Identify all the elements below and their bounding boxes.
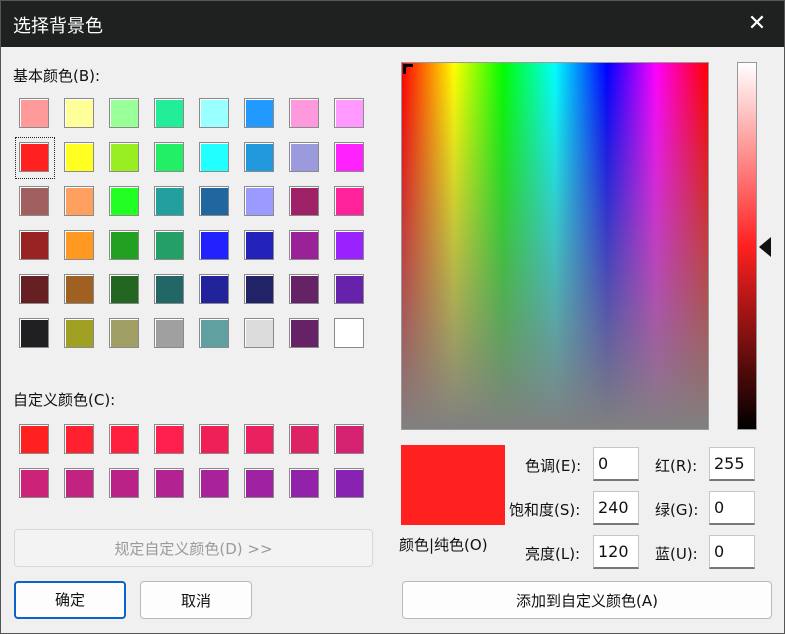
- basic-color-swatch[interactable]: [154, 142, 184, 172]
- basic-color-swatch[interactable]: [19, 186, 49, 216]
- close-icon[interactable]: ✕: [744, 11, 770, 37]
- basic-color-swatch[interactable]: [64, 230, 94, 260]
- luminance-pointer-icon[interactable]: [759, 237, 771, 257]
- basic-color-swatch[interactable]: [19, 230, 49, 260]
- basic-color-swatch[interactable]: [334, 142, 364, 172]
- dialog-title: 选择背景色: [13, 16, 103, 37]
- custom-color-swatch[interactable]: [289, 468, 319, 498]
- red-input[interactable]: [709, 447, 755, 481]
- hue-label: 色调(E):: [525, 457, 582, 475]
- define-custom-colors-button[interactable]: 规定自定义颜色(D) >>: [14, 529, 373, 567]
- cancel-button[interactable]: 取消: [140, 581, 252, 619]
- basic-color-swatch[interactable]: [64, 274, 94, 304]
- basic-color-swatch[interactable]: [289, 186, 319, 216]
- custom-color-swatch[interactable]: [244, 468, 274, 498]
- custom-color-swatch[interactable]: [334, 468, 364, 498]
- saturation-input[interactable]: [593, 491, 639, 525]
- basic-color-swatch[interactable]: [109, 186, 139, 216]
- basic-color-swatch[interactable]: [244, 274, 274, 304]
- basic-color-swatch[interactable]: [109, 318, 139, 348]
- basic-color-swatch[interactable]: [154, 98, 184, 128]
- basic-color-swatch[interactable]: [19, 274, 49, 304]
- basic-color-swatch[interactable]: [334, 318, 364, 348]
- basic-color-swatch[interactable]: [199, 98, 229, 128]
- red-label: 红(R):: [655, 457, 698, 475]
- basic-color-swatch[interactable]: [199, 186, 229, 216]
- luminance-slider[interactable]: [737, 62, 757, 430]
- basic-color-swatch[interactable]: [289, 230, 319, 260]
- saturation-label: 饱和度(S):: [509, 501, 581, 519]
- color-preview: [401, 445, 505, 525]
- custom-color-swatch[interactable]: [109, 424, 139, 454]
- blue-input[interactable]: [709, 535, 755, 569]
- color-dialog: 选择背景色 ✕ 基本颜色(B): 自定义颜色(C): 规定自定义颜色(D) >>…: [0, 0, 785, 634]
- basic-color-swatch[interactable]: [289, 318, 319, 348]
- custom-color-swatch[interactable]: [64, 424, 94, 454]
- custom-color-swatch[interactable]: [19, 468, 49, 498]
- basic-color-swatch[interactable]: [244, 318, 274, 348]
- basic-color-swatch[interactable]: [244, 142, 274, 172]
- green-input[interactable]: [709, 491, 755, 525]
- hue-input[interactable]: [593, 447, 639, 481]
- basic-color-swatch[interactable]: [64, 186, 94, 216]
- ok-button[interactable]: 确定: [14, 581, 126, 619]
- green-label: 绿(G):: [655, 501, 699, 519]
- custom-color-swatch[interactable]: [109, 468, 139, 498]
- custom-color-swatch[interactable]: [289, 424, 319, 454]
- basic-color-swatch[interactable]: [244, 98, 274, 128]
- basic-color-swatch[interactable]: [109, 230, 139, 260]
- basic-color-swatch[interactable]: [19, 318, 49, 348]
- basic-color-swatch[interactable]: [244, 230, 274, 260]
- custom-color-swatch[interactable]: [64, 468, 94, 498]
- preview-label: 颜色|纯色(O): [399, 536, 488, 554]
- basic-color-swatch[interactable]: [109, 274, 139, 304]
- custom-color-swatch[interactable]: [199, 424, 229, 454]
- basic-color-swatch[interactable]: [64, 318, 94, 348]
- basic-color-swatch[interactable]: [109, 142, 139, 172]
- selected-swatch-focus: [15, 137, 55, 179]
- basic-color-swatch[interactable]: [199, 230, 229, 260]
- basic-color-swatch[interactable]: [154, 230, 184, 260]
- basic-color-swatch[interactable]: [334, 186, 364, 216]
- basic-color-swatch[interactable]: [64, 98, 94, 128]
- basic-color-swatch[interactable]: [334, 274, 364, 304]
- blue-label: 蓝(U):: [655, 545, 698, 563]
- basic-color-swatch[interactable]: [154, 186, 184, 216]
- basic-color-swatch[interactable]: [289, 98, 319, 128]
- custom-colors-label: 自定义颜色(C):: [13, 391, 116, 409]
- spectrum-crosshair-v: [403, 64, 406, 74]
- basic-color-swatch[interactable]: [289, 142, 319, 172]
- custom-color-swatch[interactable]: [154, 468, 184, 498]
- custom-color-swatch[interactable]: [334, 424, 364, 454]
- title-bar: 选择背景色 ✕: [1, 1, 784, 47]
- basic-color-swatch[interactable]: [64, 142, 94, 172]
- basic-color-swatch[interactable]: [199, 142, 229, 172]
- basic-color-swatch[interactable]: [199, 318, 229, 348]
- basic-color-swatch[interactable]: [154, 274, 184, 304]
- basic-colors-label: 基本颜色(B):: [13, 67, 101, 85]
- custom-color-swatch[interactable]: [199, 468, 229, 498]
- basic-color-swatch[interactable]: [334, 98, 364, 128]
- custom-color-swatch[interactable]: [154, 424, 184, 454]
- luminance-input[interactable]: [593, 535, 639, 569]
- custom-color-swatch[interactable]: [19, 424, 49, 454]
- basic-color-swatch[interactable]: [244, 186, 274, 216]
- basic-color-swatch[interactable]: [19, 98, 49, 128]
- basic-color-swatch[interactable]: [109, 98, 139, 128]
- basic-color-swatch[interactable]: [334, 230, 364, 260]
- custom-color-swatch[interactable]: [244, 424, 274, 454]
- luminance-label: 亮度(L):: [525, 545, 581, 563]
- basic-color-swatch[interactable]: [289, 274, 319, 304]
- basic-color-swatch[interactable]: [154, 318, 184, 348]
- basic-color-swatch[interactable]: [199, 274, 229, 304]
- add-to-custom-colors-button[interactable]: 添加到自定义颜色(A): [402, 581, 772, 619]
- hue-saturation-spectrum[interactable]: [401, 62, 709, 430]
